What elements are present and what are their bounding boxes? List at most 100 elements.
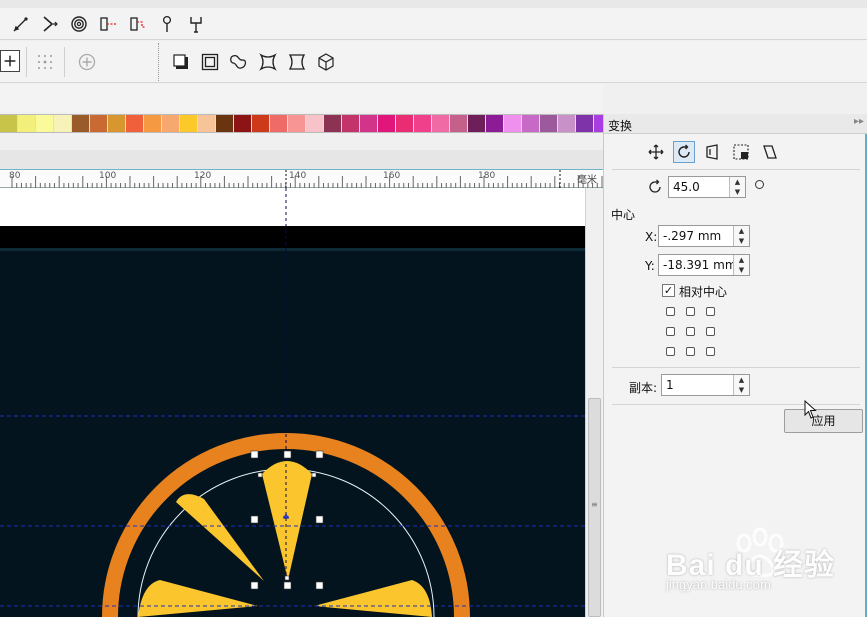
- palette-swatch[interactable]: [72, 115, 90, 132]
- copies-input[interactable]: 1 ▲ ▼: [661, 374, 750, 396]
- palette-swatch[interactable]: [486, 115, 504, 132]
- palette-swatch[interactable]: [432, 115, 450, 132]
- puckered-shape-icon[interactable]: [256, 50, 280, 74]
- document-tab-strip: [0, 150, 603, 170]
- anchor-middle-right[interactable]: [706, 327, 715, 336]
- apply-button[interactable]: 应用: [784, 409, 863, 433]
- palette-swatch[interactable]: [396, 115, 414, 132]
- size-icon[interactable]: [730, 141, 752, 163]
- wrap-shape-icon[interactable]: [227, 50, 251, 74]
- palette-swatch[interactable]: [144, 115, 162, 132]
- rotation-angle-input[interactable]: 45.0 ▲ ▼: [668, 176, 746, 198]
- x-label: X:: [645, 230, 658, 244]
- docker-divider: [612, 367, 860, 368]
- palette-swatch[interactable]: [234, 115, 252, 132]
- horizontal-ruler[interactable]: 80 100 120 140 160 180 毫米: [0, 170, 603, 188]
- palette-swatch[interactable]: [162, 115, 180, 132]
- anchor-bottom-center[interactable]: [686, 347, 695, 356]
- cube-3d-icon[interactable]: [314, 50, 338, 74]
- palette-swatch[interactable]: [378, 115, 396, 132]
- double-frame-icon[interactable]: [198, 50, 222, 74]
- copies-spinner[interactable]: ▲ ▼: [733, 375, 749, 395]
- collapse-icon[interactable]: ▸▸: [854, 116, 864, 127]
- anchor-top-left[interactable]: [666, 307, 675, 316]
- rotate-angle-icon: [647, 179, 663, 195]
- drawing-canvas[interactable]: [0, 188, 585, 617]
- palette-swatch[interactable]: [90, 115, 108, 132]
- palette-swatch[interactable]: [180, 115, 198, 132]
- anchor-top-center[interactable]: [686, 307, 695, 316]
- docker-divider: [612, 169, 860, 170]
- palette-swatch[interactable]: [18, 115, 36, 132]
- palette-swatch[interactable]: [36, 115, 54, 132]
- add-circle-icon[interactable]: [75, 50, 99, 74]
- color-palette: [0, 114, 666, 133]
- toolbar-grip: [158, 43, 159, 81]
- palette-swatch[interactable]: [270, 115, 288, 132]
- palette-swatch[interactable]: [576, 115, 594, 132]
- center-y-input[interactable]: -18.391 mm ▲ ▼: [658, 254, 750, 276]
- anchor-bottom-left[interactable]: [666, 347, 675, 356]
- fork-tool-icon[interactable]: [184, 12, 208, 36]
- watermark-url: jingyan.baidu.com: [666, 577, 771, 592]
- scrollbar-thumb[interactable]: ≡: [588, 398, 601, 617]
- connector-angled-icon[interactable]: [127, 12, 151, 36]
- shadow-square-icon[interactable]: [169, 50, 193, 74]
- degree-icon: [755, 180, 764, 189]
- scale-mirror-icon[interactable]: [701, 141, 723, 163]
- move-cross-icon[interactable]: [645, 141, 667, 163]
- anchor-top-right[interactable]: [706, 307, 715, 316]
- center-x-spinner[interactable]: ▲ ▼: [733, 226, 749, 246]
- tool-options-toolbar: [0, 0, 867, 40]
- palette-swatch[interactable]: [216, 115, 234, 132]
- coreldraw-window: 80 100 120 140 160 180 毫米 ≡ 变换 ▸▸ 45.0 ▲…: [0, 0, 867, 617]
- skew-icon[interactable]: [759, 141, 781, 163]
- ruler-label-100: 100: [99, 171, 117, 181]
- palette-swatch[interactable]: [198, 115, 216, 132]
- copies-label: 副本:: [629, 381, 658, 395]
- spiral-icon[interactable]: [67, 12, 91, 36]
- docker-divider: [612, 404, 860, 405]
- palette-swatch[interactable]: [108, 115, 126, 132]
- palette-swatch[interactable]: [324, 115, 342, 132]
- palette-swatch[interactable]: [342, 115, 360, 132]
- palette-swatch[interactable]: [126, 115, 144, 132]
- palette-swatch[interactable]: [522, 115, 540, 132]
- anchor-center[interactable]: [686, 327, 695, 336]
- palette-swatch[interactable]: [0, 115, 18, 132]
- artistic-media-icon[interactable]: [38, 12, 62, 36]
- palette-swatch[interactable]: [540, 115, 558, 132]
- copies-value: 1: [666, 378, 674, 392]
- connector-icon[interactable]: [97, 12, 121, 36]
- ruler-label-120: 120: [194, 171, 212, 181]
- twist-shape-icon[interactable]: [285, 50, 309, 74]
- palette-swatch[interactable]: [288, 115, 306, 132]
- palette-swatch[interactable]: [54, 115, 72, 132]
- palette-swatch[interactable]: [360, 115, 378, 132]
- palette-swatch[interactable]: [252, 115, 270, 132]
- palette-swatch[interactable]: [306, 115, 324, 132]
- palette-swatch[interactable]: [414, 115, 432, 132]
- vertical-scrollbar[interactable]: ≡: [585, 188, 603, 617]
- add-node-icon[interactable]: [0, 50, 20, 72]
- center-x-value: -.297 mm: [663, 229, 722, 243]
- rotate-icon[interactable]: [673, 141, 695, 163]
- palette-swatch[interactable]: [558, 115, 576, 132]
- rotation-value: 45.0: [673, 180, 700, 194]
- relative-center-checkbox[interactable]: ✓: [662, 284, 675, 297]
- ruler-label-80: 80: [9, 171, 21, 181]
- center-x-input[interactable]: -.297 mm ▲ ▼: [658, 225, 750, 247]
- artwork: [0, 188, 585, 617]
- anchor-middle-left[interactable]: [666, 327, 675, 336]
- grid-dots-icon[interactable]: [33, 50, 57, 74]
- bezier-pen-icon[interactable]: [9, 12, 33, 36]
- palette-swatch[interactable]: [450, 115, 468, 132]
- ruler-label-160: 160: [383, 171, 401, 181]
- rotation-spinner[interactable]: ▲ ▼: [729, 177, 745, 197]
- palette-swatch[interactable]: [468, 115, 486, 132]
- eyedropper-icon[interactable]: [155, 12, 179, 36]
- anchor-bottom-right[interactable]: [706, 347, 715, 356]
- center-y-spinner[interactable]: ▲ ▼: [733, 255, 749, 275]
- palette-swatch[interactable]: [504, 115, 522, 132]
- black-top-band: [0, 226, 585, 248]
